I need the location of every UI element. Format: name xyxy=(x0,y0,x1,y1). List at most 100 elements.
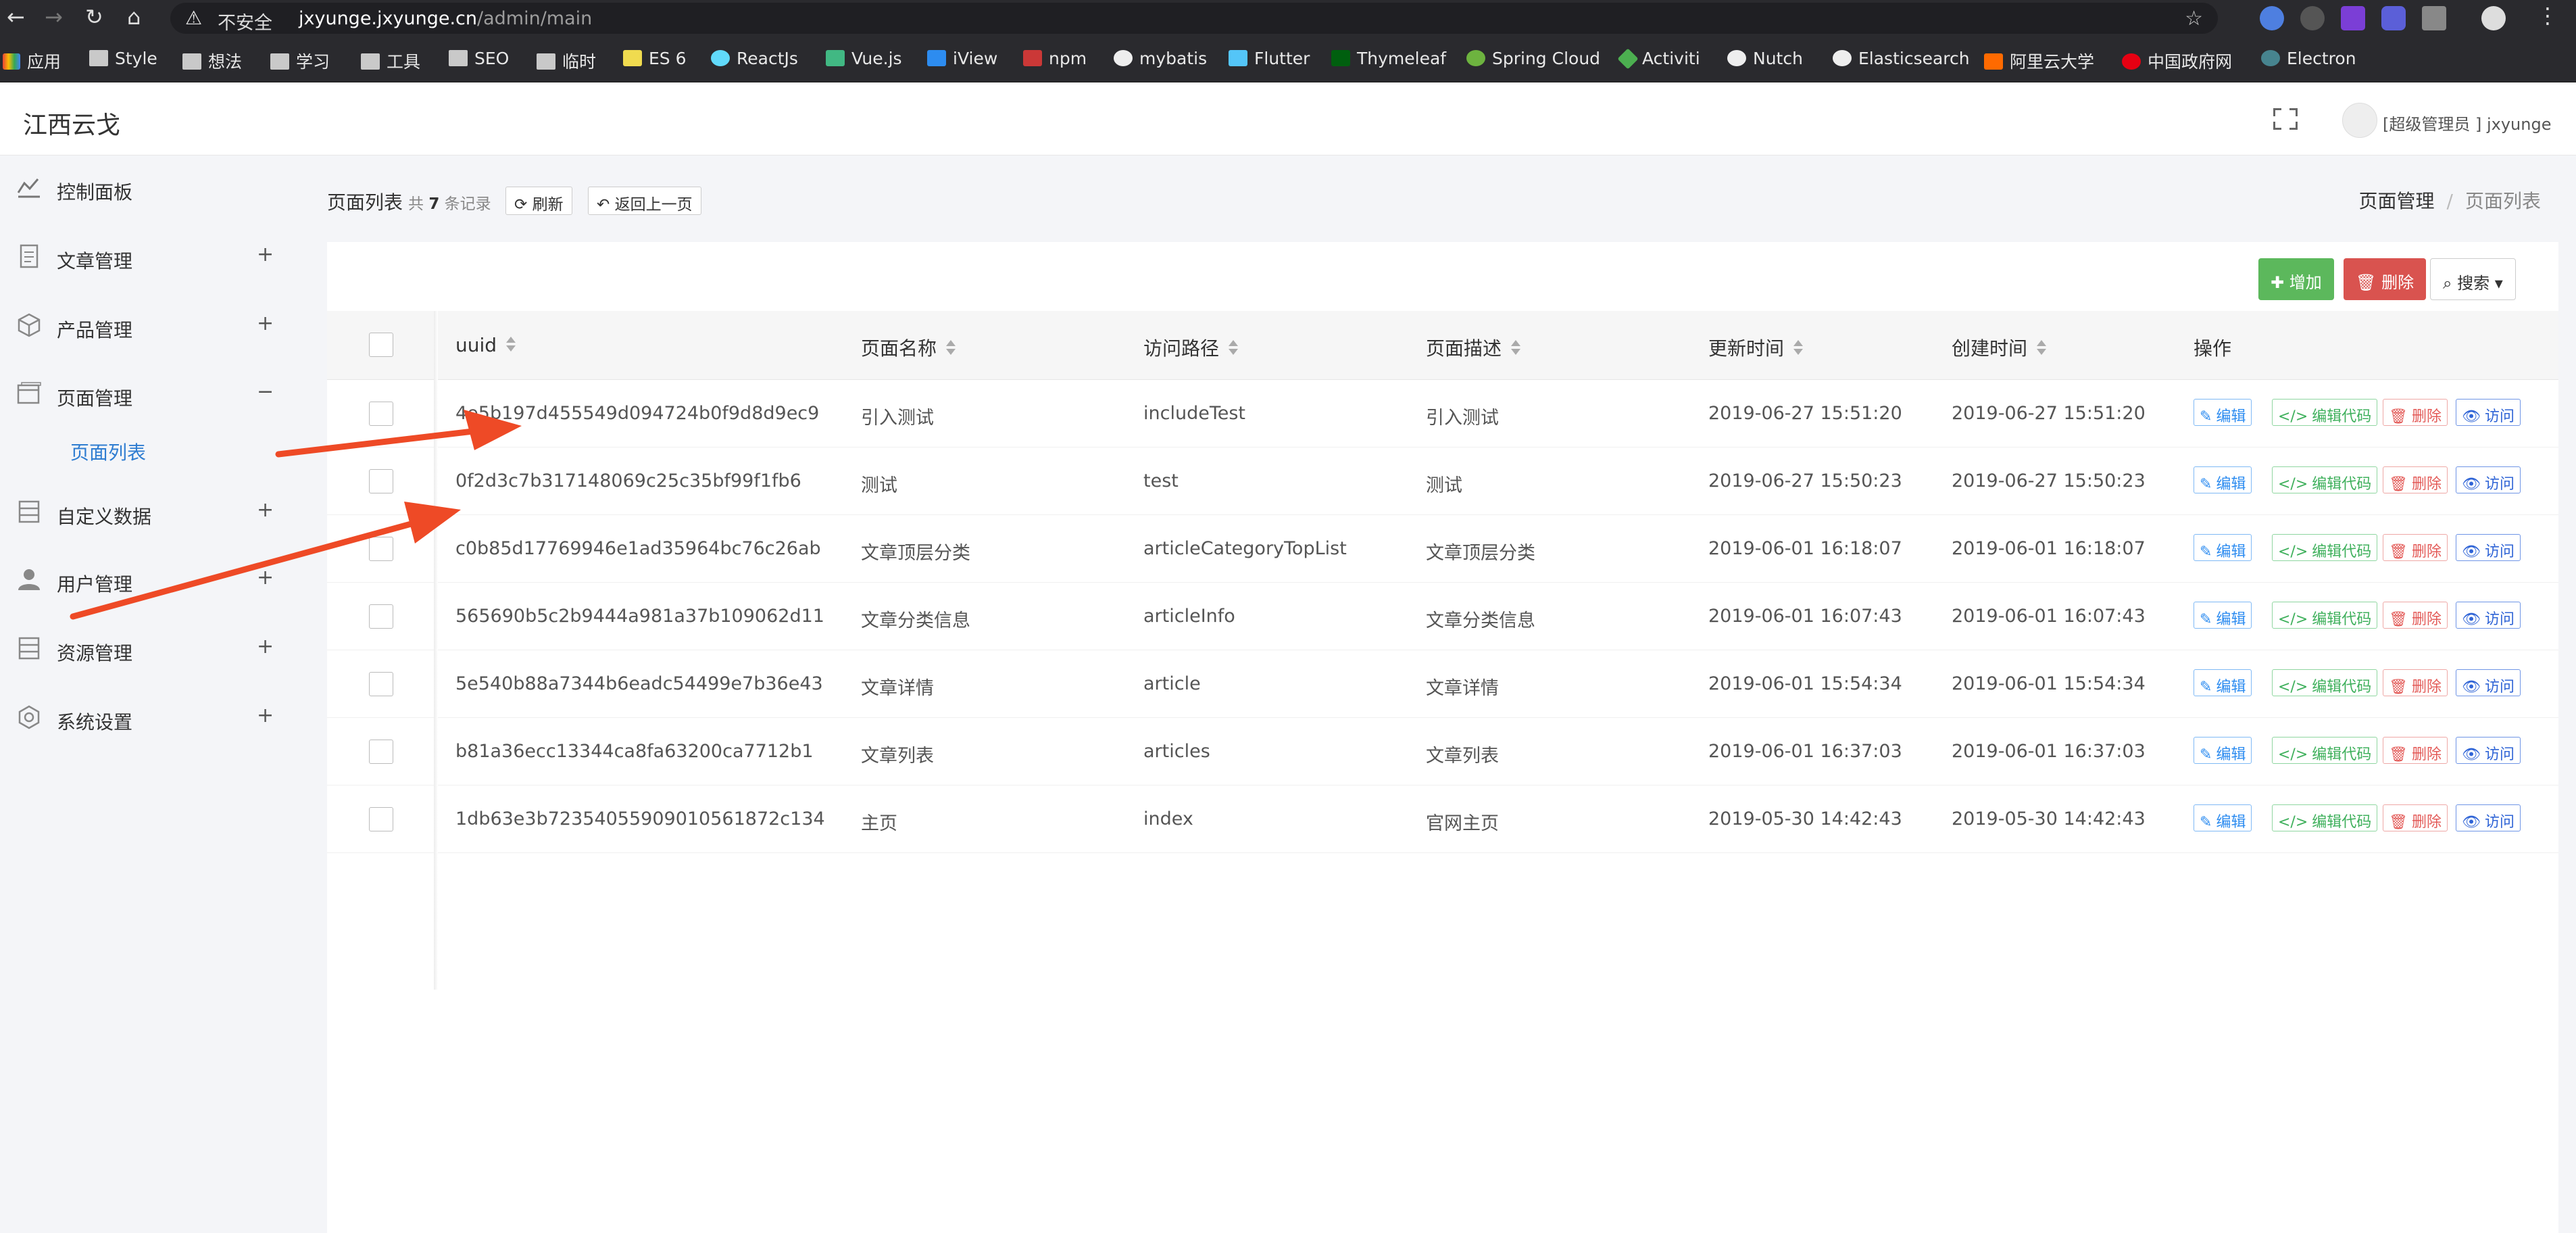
bookmark-item[interactable]: 应用 xyxy=(3,49,61,73)
expand-icon[interactable]: + xyxy=(257,243,274,266)
edit-button[interactable]: ✎ 编辑 xyxy=(2194,669,2252,696)
reload-icon[interactable]: ↻ xyxy=(85,4,103,30)
bookmark-item[interactable]: npm xyxy=(1023,49,1087,68)
search-button[interactable]: ⌕ 搜索 ▾ xyxy=(2430,258,2516,300)
sidebar-item-custom-data[interactable]: 自定义数据 + xyxy=(0,485,297,539)
sidebar-item-dashboard[interactable]: 控制面板 xyxy=(0,160,297,214)
visit-button[interactable]: 👁 访问 xyxy=(2456,669,2521,696)
sort-icon[interactable] xyxy=(1229,340,1239,356)
column-header-created[interactable]: 创建时间 xyxy=(1952,334,2047,361)
address-bar[interactable]: ⚠ 不安全 jxyunge.jxyunge.cn/admin/main ☆ xyxy=(170,3,2218,34)
visit-button[interactable]: 👁 访问 xyxy=(2456,602,2521,629)
edit-button[interactable]: ✎ 编辑 xyxy=(2194,602,2252,629)
bookmark-item[interactable]: ES 6 xyxy=(623,49,687,68)
sort-icon[interactable] xyxy=(946,340,956,356)
sidebar-item-settings[interactable]: 系统设置 + xyxy=(0,690,297,744)
visit-button[interactable]: 👁 访问 xyxy=(2456,534,2521,561)
bookmark-item[interactable]: Flutter xyxy=(1229,49,1310,68)
visit-button[interactable]: 👁 访问 xyxy=(2456,399,2521,426)
bookmark-item[interactable]: Activiti xyxy=(1617,48,1700,70)
extension-vue-icon[interactable] xyxy=(2422,6,2446,30)
expand-icon[interactable]: + xyxy=(257,635,274,658)
extension-php-icon[interactable] xyxy=(2341,6,2365,30)
expand-icon[interactable]: + xyxy=(257,704,274,727)
row-delete-button[interactable]: 🗑 删除 xyxy=(2383,399,2448,426)
bookmark-item[interactable]: Thymeleaf xyxy=(1331,49,1446,68)
row-checkbox[interactable] xyxy=(369,672,393,696)
bookmark-item[interactable]: Electron xyxy=(2261,49,2356,68)
delete-button[interactable]: 🗑 删除 xyxy=(2344,258,2427,300)
row-delete-button[interactable]: 🗑 删除 xyxy=(2383,737,2448,764)
select-all-checkbox[interactable] xyxy=(369,333,393,357)
sort-icon[interactable] xyxy=(1793,340,1804,356)
bookmark-star-icon[interactable]: ☆ xyxy=(2185,7,2203,30)
refresh-button[interactable]: ⟳ 刷新 xyxy=(505,187,572,215)
row-delete-button[interactable]: 🗑 删除 xyxy=(2383,804,2448,831)
visit-button[interactable]: 👁 访问 xyxy=(2456,737,2521,764)
bookmark-item[interactable]: 阿里云大学 xyxy=(1984,49,2094,73)
row-checkbox[interactable] xyxy=(369,537,393,561)
breadcrumb-parent[interactable]: 页面管理 xyxy=(2359,190,2435,212)
sidebar-subitem-page-list[interactable]: 页面列表 xyxy=(70,438,146,465)
edit-button[interactable]: ✎ 编辑 xyxy=(2194,534,2252,561)
row-checkbox[interactable] xyxy=(369,604,393,629)
bookmark-item[interactable]: ReactJs xyxy=(711,49,798,68)
visit-button[interactable]: 👁 访问 xyxy=(2456,804,2521,831)
bookmark-item[interactable]: iView xyxy=(927,49,997,68)
row-delete-button[interactable]: 🗑 删除 xyxy=(2383,534,2448,561)
edit-code-button[interactable]: </> 编辑代码 xyxy=(2272,804,2378,831)
user-label[interactable]: [超级管理员 ] jxyunge xyxy=(2383,111,2551,135)
fullscreen-icon[interactable] xyxy=(2273,108,2298,130)
avatar[interactable] xyxy=(2342,103,2377,138)
extension-react-icon[interactable] xyxy=(2300,6,2325,30)
bookmark-item[interactable]: Vue.js xyxy=(826,49,902,68)
bookmark-item[interactable]: 临时 xyxy=(537,49,596,73)
home-icon[interactable]: ⌂ xyxy=(127,4,141,30)
extension-r-icon[interactable] xyxy=(2381,6,2406,30)
bookmark-item[interactable]: SEO xyxy=(449,49,509,68)
column-header-uuid[interactable]: uuid xyxy=(455,334,516,356)
url-text[interactable]: jxyunge.jxyunge.cn/admin/main xyxy=(299,8,592,29)
expand-icon[interactable]: + xyxy=(257,498,274,522)
bookmark-item[interactable]: 想法 xyxy=(182,49,242,73)
bookmark-item[interactable]: 学习 xyxy=(270,49,330,73)
column-header-updated[interactable]: 更新时间 xyxy=(1708,334,1804,361)
column-header-path[interactable]: 访问路径 xyxy=(1143,334,1239,361)
add-button[interactable]: ✚ 增加 xyxy=(2258,258,2334,300)
sort-icon[interactable] xyxy=(1511,340,1521,356)
column-header-name[interactable]: 页面名称 xyxy=(861,334,956,361)
edit-code-button[interactable]: </> 编辑代码 xyxy=(2272,534,2378,561)
sidebar-item-products[interactable]: 产品管理 + xyxy=(0,298,297,352)
sidebar-item-pages[interactable]: 页面管理 − xyxy=(0,366,297,420)
bookmark-item[interactable]: Style xyxy=(89,49,157,68)
visit-button[interactable]: 👁 访问 xyxy=(2456,466,2521,493)
forward-arrow-icon[interactable]: → xyxy=(45,4,63,30)
sidebar-item-users[interactable]: 用户管理 + xyxy=(0,552,297,606)
brand-title[interactable]: 江西云戈 xyxy=(23,105,120,141)
back-button[interactable]: ↶ 返回上一页 xyxy=(588,187,701,215)
bookmark-item[interactable]: mybatis xyxy=(1114,49,1207,68)
bookmark-item[interactable]: Nutch xyxy=(1727,49,1803,68)
extension-icon[interactable] xyxy=(2260,6,2284,30)
edit-code-button[interactable]: </> 编辑代码 xyxy=(2272,602,2378,629)
row-checkbox[interactable] xyxy=(369,469,393,493)
row-delete-button[interactable]: 🗑 删除 xyxy=(2383,602,2448,629)
back-arrow-icon[interactable]: ← xyxy=(7,4,25,30)
edit-button[interactable]: ✎ 编辑 xyxy=(2194,737,2252,764)
column-header-description[interactable]: 页面描述 xyxy=(1426,334,1521,361)
edit-code-button[interactable]: </> 编辑代码 xyxy=(2272,669,2378,696)
edit-button[interactable]: ✎ 编辑 xyxy=(2194,804,2252,831)
bookmark-item[interactable]: Spring Cloud xyxy=(1466,49,1600,68)
sidebar-item-articles[interactable]: 文章管理 + xyxy=(0,229,297,283)
menu-dots-icon[interactable]: ⋮ xyxy=(2537,3,2558,28)
edit-button[interactable]: ✎ 编辑 xyxy=(2194,466,2252,493)
edit-code-button[interactable]: </> 编辑代码 xyxy=(2272,737,2378,764)
edit-code-button[interactable]: </> 编辑代码 xyxy=(2272,466,2378,493)
sort-icon[interactable] xyxy=(2037,340,2047,356)
collapse-icon[interactable]: − xyxy=(257,380,274,404)
expand-icon[interactable]: + xyxy=(257,312,274,335)
bookmark-item[interactable]: 工具 xyxy=(361,49,420,73)
sidebar-item-resources[interactable]: 资源管理 + xyxy=(0,621,297,675)
row-delete-button[interactable]: 🗑 删除 xyxy=(2383,669,2448,696)
profile-avatar-icon[interactable] xyxy=(2481,6,2506,30)
